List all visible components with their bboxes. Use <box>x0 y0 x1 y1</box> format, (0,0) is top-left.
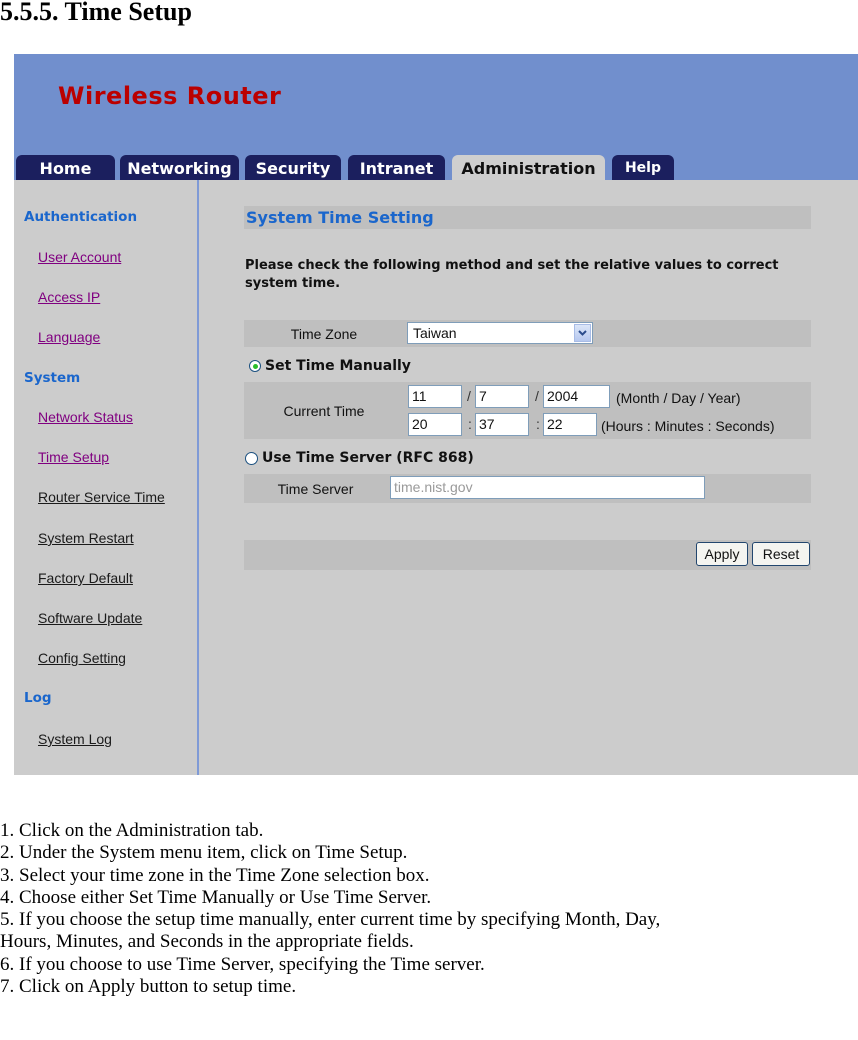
main-content: System Time Setting Please check the fol… <box>199 180 858 775</box>
use-time-server-option[interactable]: Use Time Server (RFC 868) <box>245 450 474 466</box>
sidebar-item-access-ip[interactable]: Access IP <box>38 289 100 305</box>
sidebar-item-user-account[interactable]: User Account <box>38 249 121 265</box>
tab-administration[interactable]: Administration <box>452 155 605 180</box>
date-separator: / <box>535 388 539 404</box>
time-server-row: Time Server time.nist.gov <box>244 474 811 503</box>
step-item: 2. Under the System menu item, click on … <box>0 842 408 864</box>
sidebar-item-time-setup[interactable]: Time Setup <box>38 449 109 465</box>
brand-logo: Wireless Router <box>58 82 282 110</box>
time-zone-label: Time Zone <box>290 325 358 342</box>
sidebar-item-software-update[interactable]: Software Update <box>38 610 142 626</box>
step-item: 5. If you choose the setup time manually… <box>0 909 661 931</box>
radio-unselected-icon[interactable] <box>245 451 258 465</box>
sidebar-item-config-setting[interactable]: Config Setting <box>38 650 126 666</box>
chevron-down-icon[interactable] <box>574 324 591 342</box>
time-separator: : <box>536 416 540 432</box>
sidebar-item-network-status[interactable]: Network Status <box>38 409 133 425</box>
seconds-input[interactable]: 22 <box>543 413 597 436</box>
router-screenshot: Wireless Router Home Networking Security… <box>14 54 858 775</box>
step-item: 7. Click on Apply button to setup time. <box>0 976 297 998</box>
time-zone-row: Time Zone Taiwan <box>244 320 811 347</box>
day-input[interactable]: 7 <box>475 385 529 408</box>
instruction-steps: 1. Click on the Administration tab. 2. U… <box>0 820 858 998</box>
time-format-hint: (Hours : Minutes : Seconds) <box>601 418 775 434</box>
hours-input[interactable]: 20 <box>408 413 462 436</box>
sidebar-section-authentication: Authentication <box>24 209 138 225</box>
year-input[interactable]: 2004 <box>543 385 610 408</box>
current-time-row: Current Time 11 / 7 / 2004 (Month / Day … <box>244 382 811 439</box>
sidebar-item-system-log[interactable]: System Log <box>38 731 112 747</box>
sidebar-item-system-restart[interactable]: System Restart <box>38 530 134 546</box>
tab-networking[interactable]: Networking <box>120 155 239 180</box>
step-item: 3. Select your time zone in the Time Zon… <box>0 864 430 886</box>
radio-selected-icon[interactable] <box>249 360 261 372</box>
sidebar-item-router-service-time[interactable]: Router Service Time <box>38 489 165 505</box>
section-title: System Time Setting <box>244 206 811 229</box>
time-zone-value: Taiwan <box>413 325 457 341</box>
document-heading: 5.5.5. Time Setup <box>0 0 192 26</box>
time-zone-select[interactable]: Taiwan <box>407 322 593 344</box>
step-item: Hours, Minutes, and Seconds in the appro… <box>0 931 414 953</box>
set-time-manually-label: Set Time Manually <box>265 358 411 374</box>
tab-intranet[interactable]: Intranet <box>348 155 445 180</box>
date-separator: / <box>467 388 471 404</box>
date-format-hint: (Month / Day / Year) <box>616 390 741 406</box>
sidebar-section-system: System <box>24 370 81 386</box>
set-time-manually-option[interactable]: Set Time Manually <box>249 358 411 374</box>
current-time-label: Current Time <box>283 402 365 419</box>
step-item: 6. If you choose to use Time Server, spe… <box>0 953 485 975</box>
tab-help[interactable]: Help <box>612 155 674 180</box>
minutes-input[interactable]: 37 <box>475 413 529 436</box>
sidebar-section-log: Log <box>24 690 52 706</box>
time-separator: : <box>468 416 472 432</box>
sidebar-item-language[interactable]: Language <box>38 329 100 345</box>
time-server-label: Time Server <box>277 480 354 497</box>
instruction-text: Please check the following method and se… <box>245 258 779 291</box>
apply-button[interactable]: Apply <box>696 542 748 566</box>
tab-security[interactable]: Security <box>245 155 341 180</box>
use-time-server-label: Use Time Server (RFC 868) <box>262 450 474 466</box>
header-banner: Wireless Router Home Networking Security… <box>14 54 858 180</box>
tab-home[interactable]: Home <box>16 155 115 180</box>
month-input[interactable]: 11 <box>408 385 462 408</box>
reset-button[interactable]: Reset <box>752 542 810 566</box>
step-item: 4. Choose either Set Time Manually or Us… <box>0 886 432 908</box>
time-server-input[interactable]: time.nist.gov <box>390 476 705 499</box>
action-bar: Apply Reset <box>244 540 811 570</box>
sidebar-item-factory-default[interactable]: Factory Default <box>38 570 133 586</box>
sidebar: Authentication User Account Access IP La… <box>14 180 199 775</box>
step-item: 1. Click on the Administration tab. <box>0 820 264 841</box>
